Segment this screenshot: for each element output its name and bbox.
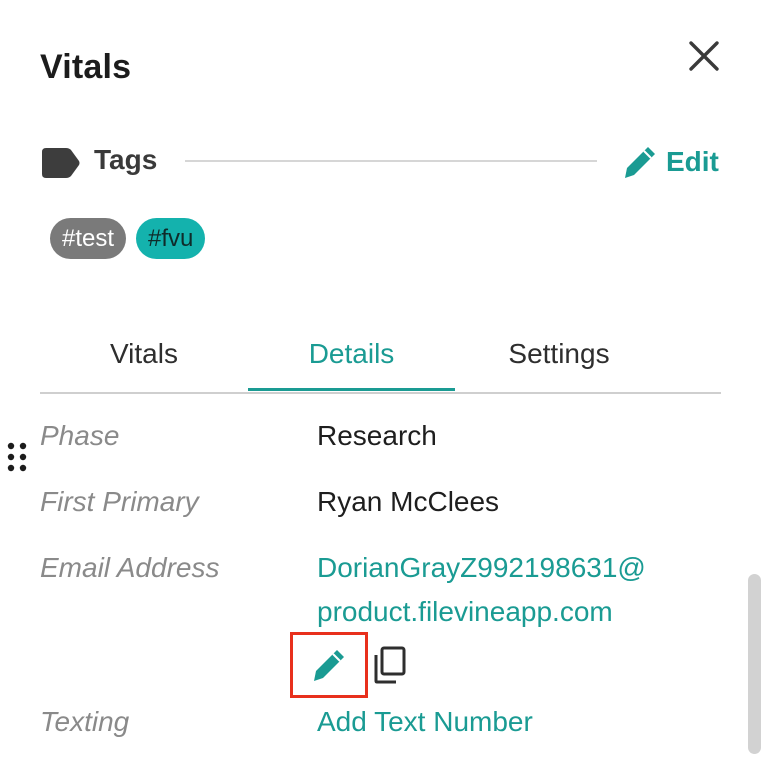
tag-chip-fvu[interactable]: #fvu — [136, 218, 206, 259]
texting-label: Texting — [40, 706, 130, 737]
active-tab-indicator — [248, 388, 455, 391]
add-text-number-link[interactable]: Add Text Number — [317, 706, 533, 738]
phase-value: Research — [317, 420, 437, 451]
tab-settings[interactable]: Settings — [455, 332, 663, 390]
tab-bar: Vitals Details Settings — [40, 332, 721, 394]
phase-label: Phase — [40, 420, 120, 451]
email-actions — [290, 632, 408, 698]
vitals-panel: Vitals Tags Edit #test #fvu Vitals Detai… — [0, 0, 765, 781]
tag-chips: #test #fvu — [50, 218, 206, 259]
close-icon — [689, 41, 719, 71]
pencil-icon — [314, 650, 344, 681]
pencil-icon — [625, 147, 655, 178]
tags-label: Tags — [94, 144, 158, 175]
first-primary-value: Ryan McClees — [317, 486, 500, 517]
tag-icon — [42, 148, 80, 178]
scrollbar-thumb[interactable] — [748, 574, 761, 754]
panel-title: Vitals — [40, 48, 132, 86]
first-primary-label: First Primary — [40, 486, 199, 517]
edit-label: Edit — [666, 146, 719, 177]
tag-chip-test[interactable]: #test — [50, 218, 127, 259]
tab-vitals[interactable]: Vitals — [40, 332, 248, 390]
drag-handle-icon — [7, 442, 27, 472]
edit-email-button[interactable] — [290, 632, 368, 698]
edit-tags-button[interactable]: Edit — [622, 142, 719, 182]
email-address-value-line1[interactable]: DorianGrayZ992198631@ — [317, 552, 646, 584]
tags-section: Tags Edit — [40, 140, 724, 184]
copy-icon[interactable] — [372, 645, 408, 685]
close-button[interactable] — [682, 36, 726, 80]
tab-details[interactable]: Details — [248, 332, 455, 390]
email-address-value-line2[interactable]: product.filevineapp.com — [317, 596, 613, 628]
drag-handle[interactable] — [6, 440, 28, 474]
email-address-label: Email Address — [40, 552, 220, 583]
tags-divider — [185, 160, 597, 162]
